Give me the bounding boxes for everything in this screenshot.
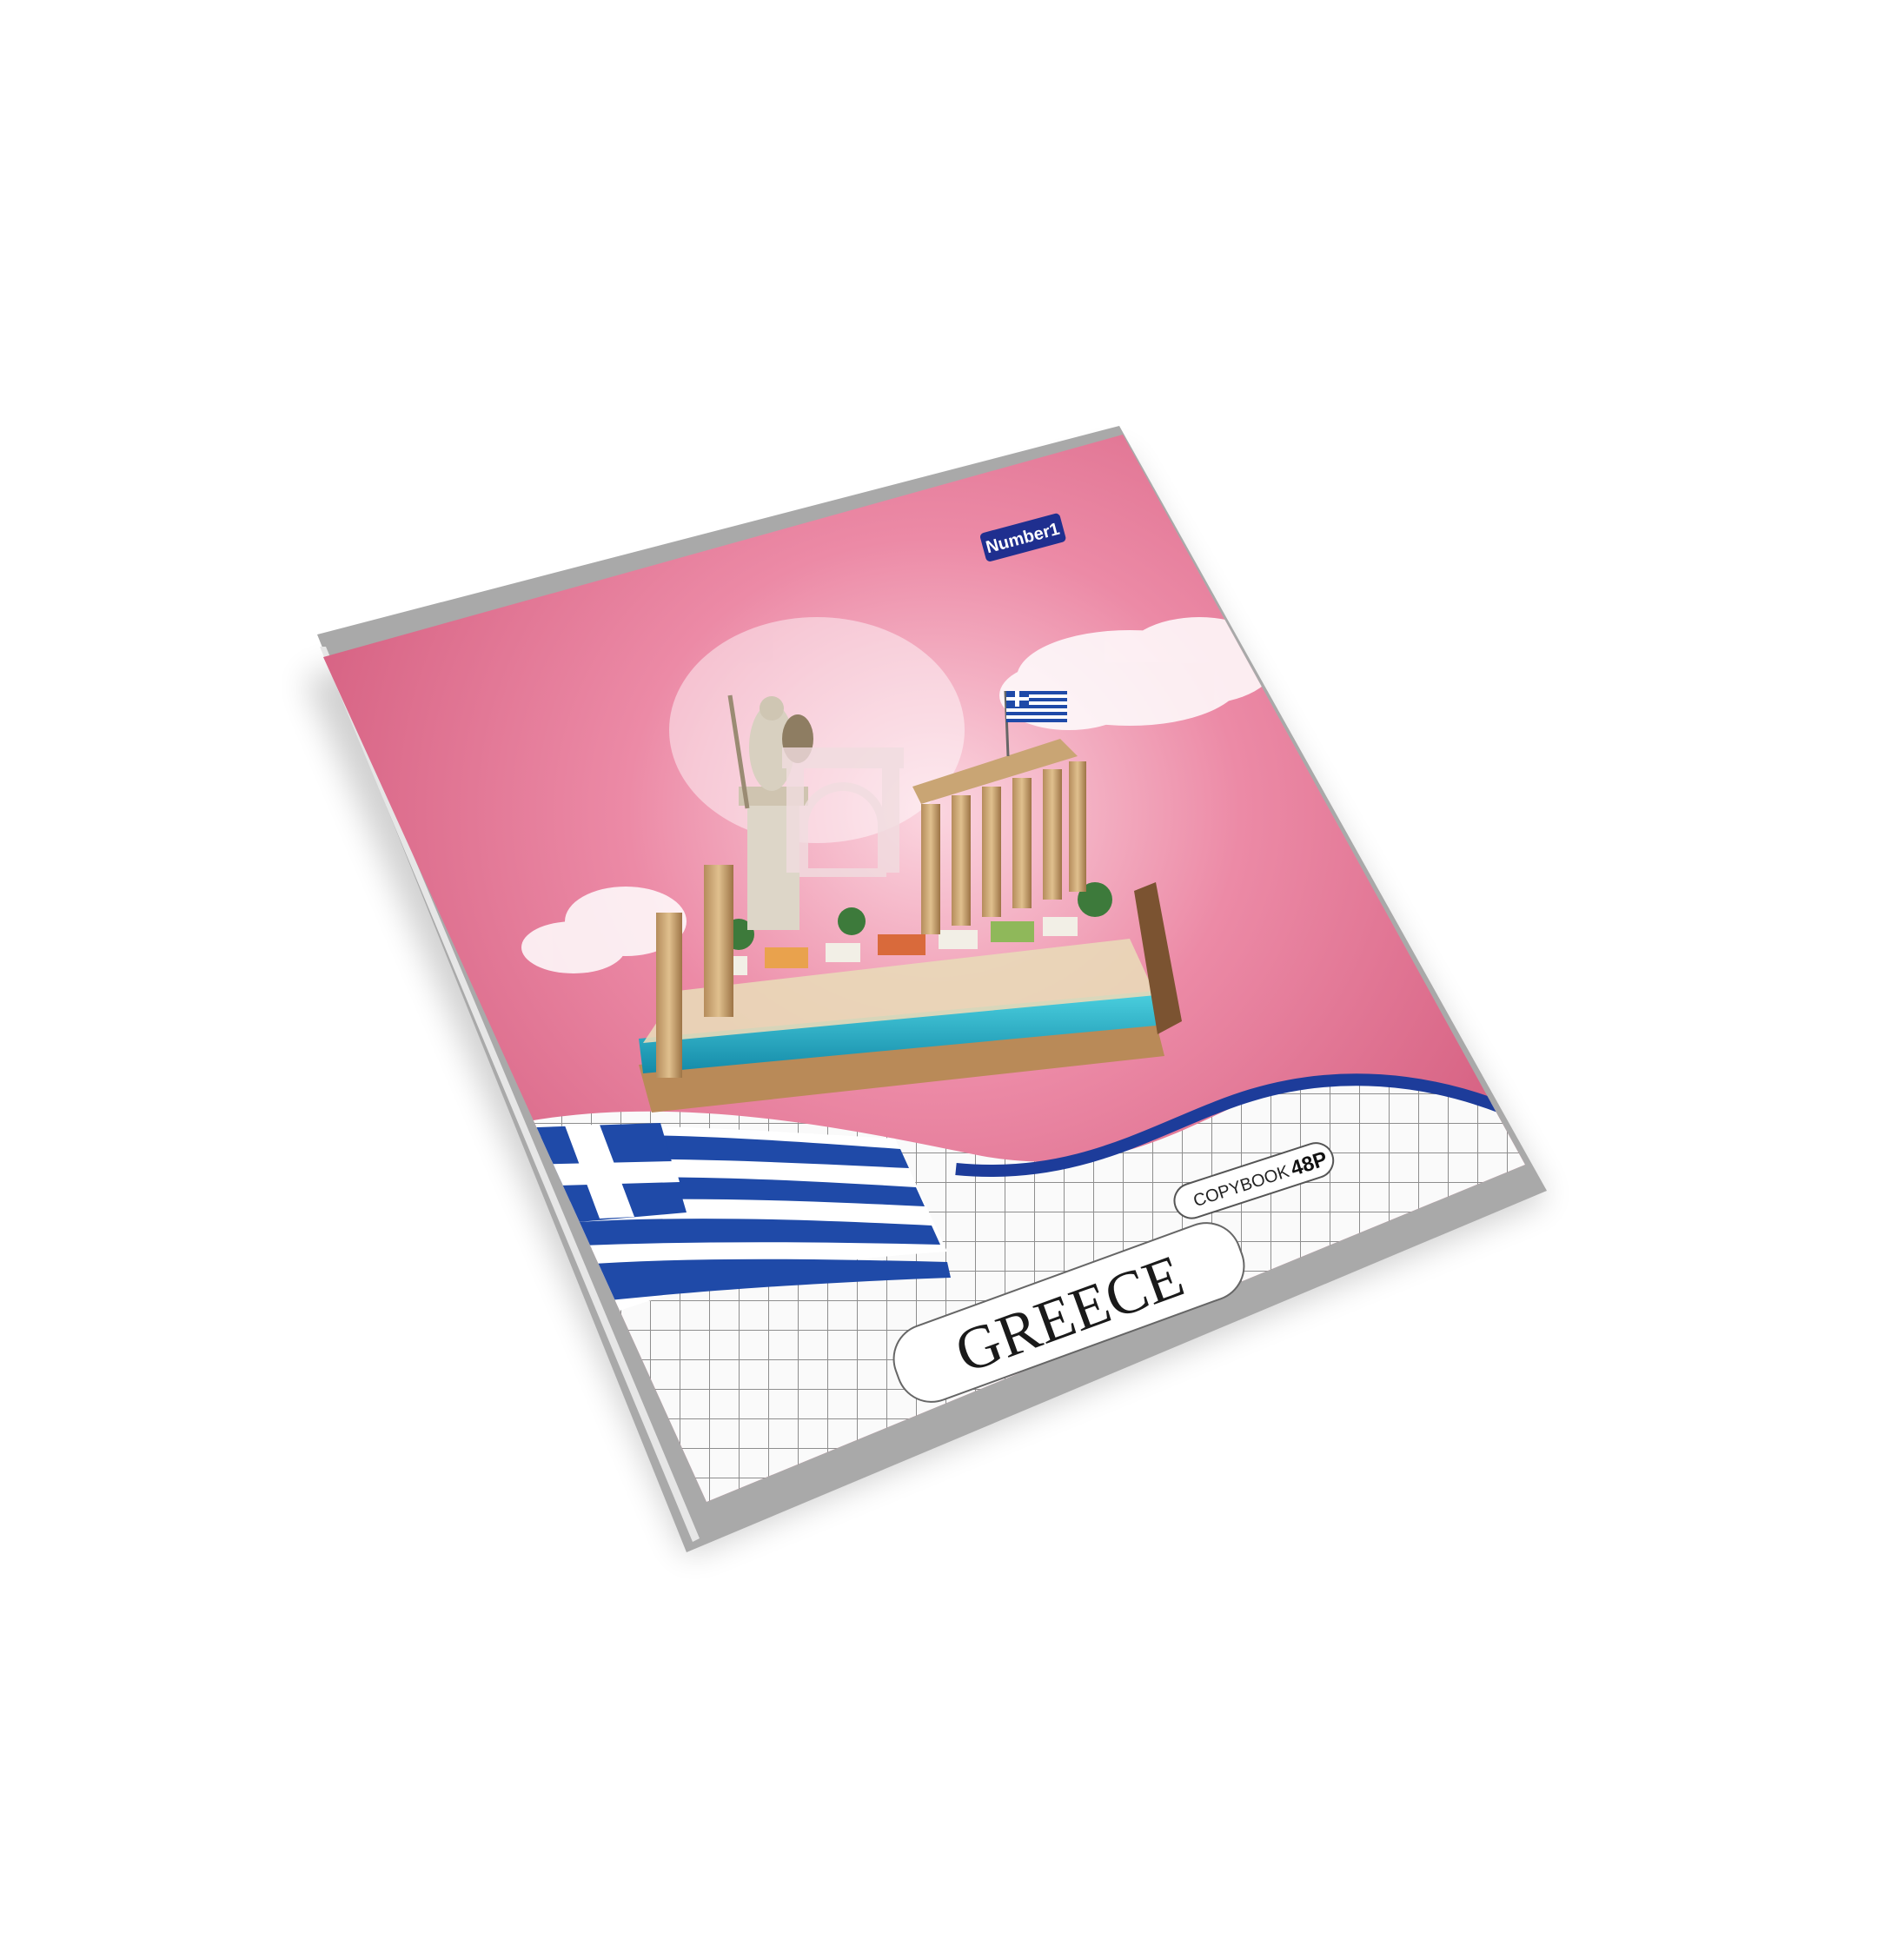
product-scene: Number1 COPYBOOK 48P GREECE — [304, 426, 1547, 1556]
